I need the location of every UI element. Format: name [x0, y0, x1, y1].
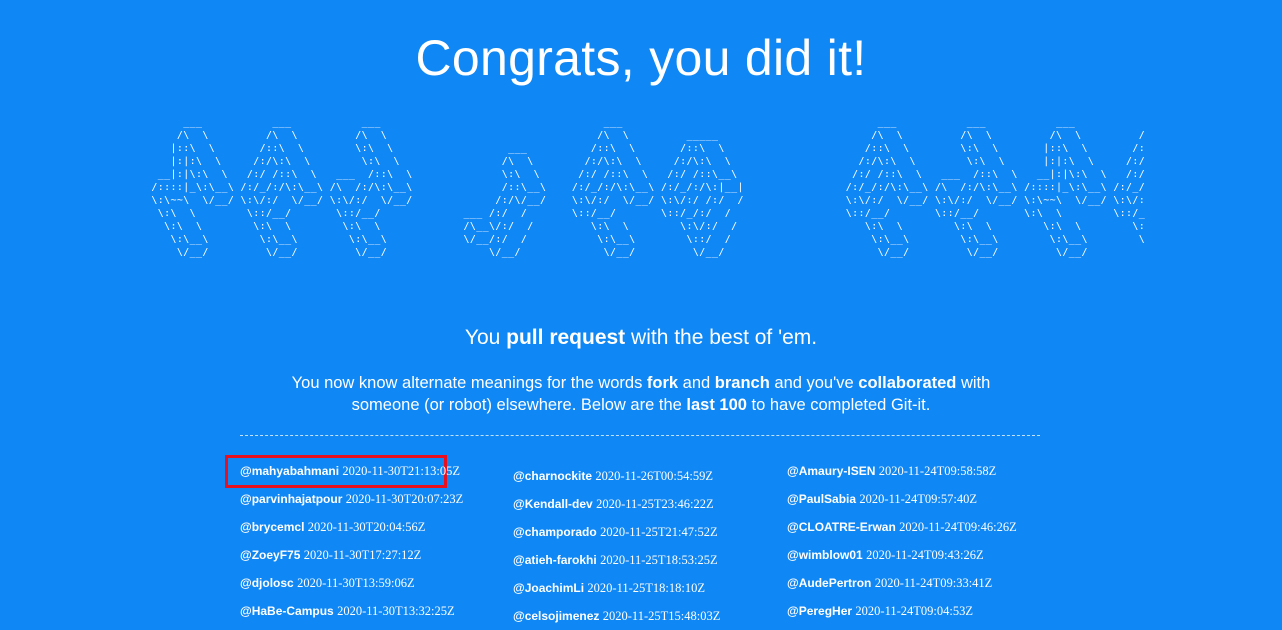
list-item: @parvinhajatpour 2020-11-30T20:07:23Z	[240, 485, 500, 513]
user-link[interactable]: @PaulSabia	[787, 492, 856, 506]
list-item: @champorado 2020-11-25T21:47:52Z	[513, 518, 773, 546]
desc-branch: branch	[714, 374, 770, 392]
user-link[interactable]: @charnockite	[513, 469, 592, 483]
completion-date: 2020-11-30T13:32:25Z	[337, 604, 455, 618]
user-link[interactable]: @wimblow01	[787, 548, 863, 562]
desc-text-5: to have completed Git-it.	[746, 396, 931, 414]
user-link[interactable]: @Amaury-ISEN	[787, 464, 875, 478]
user-link[interactable]: @atieh-farokhi	[513, 553, 597, 567]
dashed-divider	[240, 435, 1040, 436]
completion-date: 2020-11-30T20:07:23Z	[345, 492, 464, 506]
list-item: @Kendall-dev 2020-11-25T23:46:22Z	[513, 490, 773, 518]
list-item: @brycemcl 2020-11-30T20:04:56Z	[240, 513, 500, 541]
user-link[interactable]: @CLOATRE-Erwan	[787, 520, 896, 534]
page-title: Congrats, you did it!	[415, 30, 867, 86]
completion-date: 2020-11-24T09:43:26Z	[866, 548, 984, 562]
ascii-art-text: ___ ___ ___ ___ ___ ___ ___ ___ ___ /\ \…	[151, 117, 1145, 258]
contributors-column-2: @charnockite 2020-11-26T00:54:59Z @Kenda…	[513, 462, 773, 630]
user-link[interactable]: @djolosc	[240, 576, 294, 590]
desc-text-2: and	[678, 374, 715, 392]
completion-date: 2020-11-30T17:27:12Z	[303, 548, 422, 562]
list-item: @JoachimLi 2020-11-25T18:18:10Z	[513, 574, 773, 602]
contributors-column-1: @mahyabahmani 2020-11-30T21:13:05Z @parv…	[240, 457, 500, 625]
completion-date: 2020-11-24T09:33:41Z	[874, 576, 993, 590]
description: You now know alternate meanings for the …	[260, 372, 1022, 416]
list-item: @charnockite 2020-11-26T00:54:59Z	[513, 462, 773, 490]
completion-date: 2020-11-24T09:57:40Z	[859, 492, 977, 506]
user-link[interactable]: @brycemcl	[240, 520, 304, 534]
user-link[interactable]: @AudePertron	[787, 576, 871, 590]
list-item: @CLOATRE-Erwan 2020-11-24T09:46:26Z	[787, 513, 1047, 541]
desc-collaborated: collaborated	[858, 374, 957, 392]
completion-date: 2020-11-24T09:58:58Z	[878, 464, 997, 478]
user-link[interactable]: @JoachimLi	[513, 581, 584, 595]
user-link[interactable]: @parvinhajatpour	[240, 492, 342, 506]
desc-last-100: last 100	[686, 396, 747, 414]
list-item: @Amaury-ISEN 2020-11-24T09:58:58Z	[787, 457, 1047, 485]
page: Congrats, you did it! ___ ___ ___ ___ __…	[0, 0, 1282, 623]
completion-date: 2020-11-30T13:59:06Z	[297, 576, 415, 590]
list-item: @PeregHer 2020-11-24T09:04:53Z	[787, 597, 1047, 625]
list-item: @HaBe-Campus 2020-11-30T13:32:25Z	[240, 597, 500, 625]
list-item: @AudePertron 2020-11-24T09:33:41Z	[787, 569, 1047, 597]
subtitle-bold: pull request	[506, 326, 626, 349]
list-item: @PaulSabia 2020-11-24T09:57:40Z	[787, 485, 1047, 513]
completion-date: 2020-11-25T18:18:10Z	[587, 581, 705, 595]
user-link[interactable]: @HaBe-Campus	[240, 604, 334, 618]
subtitle-text-2: with the best of 'em.	[625, 326, 818, 349]
completion-date: 2020-11-24T09:04:53Z	[855, 604, 973, 618]
subtitle-text-1: You	[464, 326, 507, 349]
user-link[interactable]: @ZoeyF75	[240, 548, 300, 562]
user-link[interactable]: @celsojimenez	[513, 609, 599, 623]
list-item: @mahyabahmani 2020-11-30T21:13:05Z	[240, 457, 500, 485]
completion-date: 2020-11-25T18:53:25Z	[600, 553, 718, 567]
completion-date: 2020-11-24T09:46:26Z	[899, 520, 1017, 534]
list-item: @ZoeyF75 2020-11-30T17:27:12Z	[240, 541, 500, 569]
subtitle: You pull request with the best of 'em.	[0, 325, 1282, 351]
list-item: @wimblow01 2020-11-24T09:43:26Z	[787, 541, 1047, 569]
completion-date: 2020-11-25T21:47:52Z	[600, 525, 718, 539]
desc-text-3: and you've	[769, 374, 859, 392]
list-item: @atieh-farokhi 2020-11-25T18:53:25Z	[513, 546, 773, 574]
completion-date: 2020-11-30T20:04:56Z	[307, 520, 426, 534]
user-link[interactable]: @Kendall-dev	[513, 497, 593, 511]
desc-text-1: You now know alternate meanings for the …	[291, 374, 647, 392]
ascii-art-banner: ___ ___ ___ ___ ___ ___ ___ ___ ___ /\ \…	[145, 116, 1145, 298]
user-link[interactable]: @mahyabahmani	[240, 464, 339, 478]
completion-date: 2020-11-25T23:46:22Z	[596, 497, 714, 511]
completion-date: 2020-11-25T15:48:03Z	[602, 609, 721, 623]
user-link[interactable]: @PeregHer	[787, 604, 852, 618]
completion-date: 2020-11-30T21:13:05Z	[342, 464, 460, 478]
user-link[interactable]: @champorado	[513, 525, 597, 539]
completion-date: 2020-11-26T00:54:59Z	[595, 469, 713, 483]
list-item: @celsojimenez 2020-11-25T15:48:03Z	[513, 602, 773, 630]
desc-fork: fork	[646, 374, 679, 392]
contributors-column-3: @Amaury-ISEN 2020-11-24T09:58:58Z @PaulS…	[787, 457, 1047, 625]
list-item: @djolosc 2020-11-30T13:59:06Z	[240, 569, 500, 597]
